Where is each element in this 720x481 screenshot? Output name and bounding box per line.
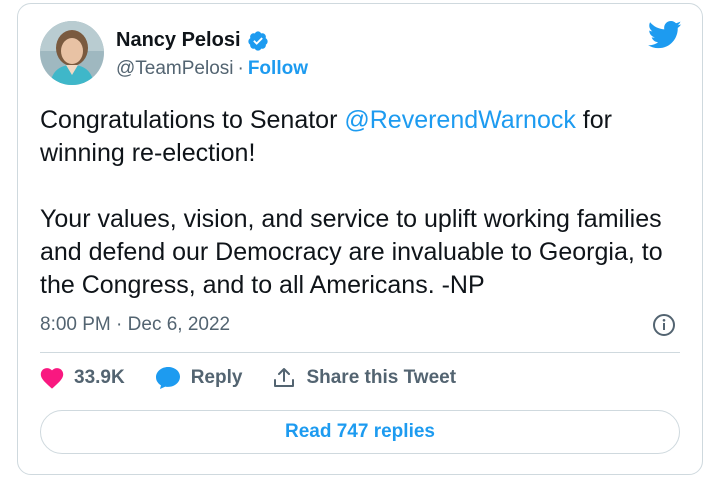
- info-icon[interactable]: [652, 313, 676, 337]
- divider: [40, 352, 680, 353]
- reply-bubble-icon: [155, 367, 180, 389]
- author-handle-row: @TeamPelosi · Follow: [116, 58, 308, 80]
- tweet-text: Congratulations to Senator @ReverendWarn…: [40, 104, 690, 302]
- separator-dot: ·: [237, 58, 244, 79]
- author-name[interactable]: Nancy Pelosi: [116, 29, 241, 52]
- share-label: Share this Tweet: [306, 367, 457, 388]
- reply-label: Reply: [190, 367, 243, 388]
- heart-icon: [40, 368, 64, 389]
- share-button[interactable]: Share this Tweet: [272, 366, 456, 390]
- tweet-paragraph-1: Congratulations to Senator @ReverendWarn…: [40, 104, 690, 170]
- tweet-text-part: Congratulations to Senator: [40, 106, 345, 134]
- avatar[interactable]: [40, 21, 104, 85]
- share-icon: [274, 368, 295, 387]
- read-replies-button[interactable]: Read 747 replies: [40, 410, 680, 454]
- like-count: 33.9K: [74, 367, 125, 388]
- follow-button[interactable]: Follow: [248, 58, 308, 80]
- author-handle[interactable]: @TeamPelosi: [116, 58, 234, 80]
- like-button[interactable]: 33.9K: [40, 367, 125, 389]
- tweet-card: Nancy Pelosi @TeamPelosi · Follow Congra…: [17, 3, 703, 475]
- twitter-bird-icon[interactable]: [647, 20, 682, 50]
- author-name-row: Nancy Pelosi: [116, 29, 269, 52]
- mention-link[interactable]: @ReverendWarnock: [344, 106, 575, 134]
- tweet-paragraph-2: Your values, vision, and service to upli…: [40, 205, 663, 299]
- verified-badge-icon: [247, 30, 269, 52]
- tweet-time: 8:00 PM: [40, 314, 111, 335]
- reply-button[interactable]: Reply: [155, 366, 243, 390]
- tweet-date: Dec 6, 2022: [127, 314, 231, 335]
- separator-dot: ·: [116, 314, 123, 335]
- action-bar: 33.9K Reply Share this Tweet: [40, 366, 486, 390]
- tweet-timestamp[interactable]: 8:00 PM · Dec 6, 2022: [40, 314, 230, 336]
